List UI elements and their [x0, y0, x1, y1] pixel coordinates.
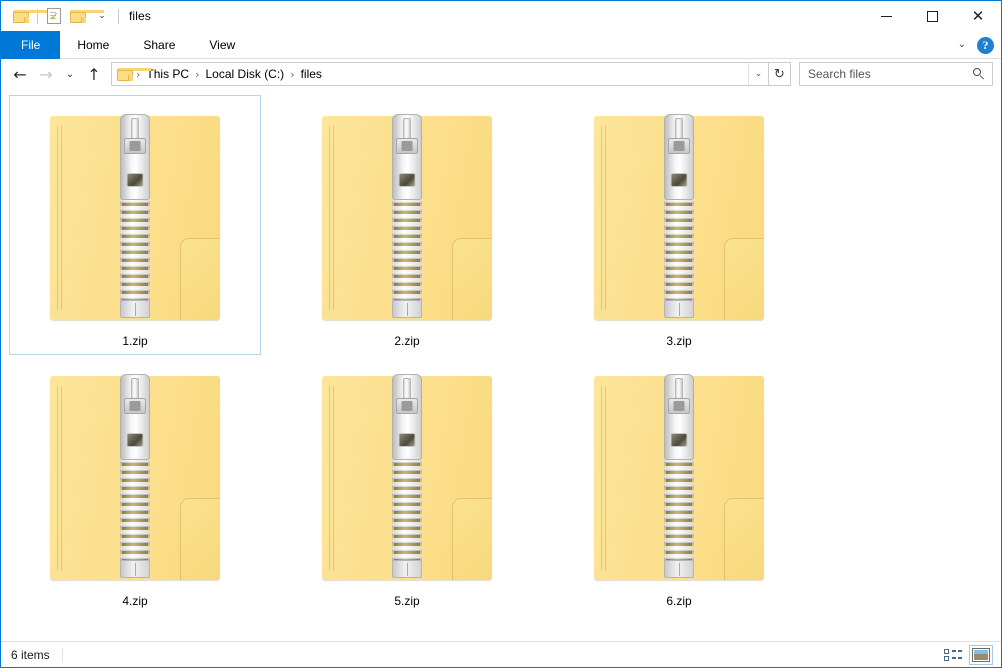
breadcrumb-item-local-disk[interactable]: Local Disk (C:): [201, 67, 290, 81]
ribbon-right-controls: ⌄ ?: [954, 31, 997, 59]
forward-button[interactable]: →: [33, 61, 59, 87]
item-count: 6 items: [11, 647, 50, 662]
properties-icon[interactable]: ✓: [42, 5, 66, 27]
address-bar: ← → ⌄ ↑ › This PC › Local Disk (C:) › fi…: [1, 59, 1001, 89]
maximize-button[interactable]: [909, 1, 955, 31]
zip-folder-icon: [50, 110, 220, 320]
large-icons-view-icon: [972, 648, 990, 662]
toolbar-divider-2: [118, 8, 119, 24]
view-mode-buttons: [941, 642, 993, 668]
minimize-button[interactable]: [863, 1, 909, 31]
details-view-button[interactable]: [941, 645, 965, 665]
zip-folder-icon: [50, 370, 220, 580]
quick-access-toolbar: ✓ ⌄: [9, 5, 123, 27]
details-view-icon: [944, 648, 962, 662]
up-button[interactable]: ↑: [81, 61, 107, 87]
tab-file[interactable]: File: [1, 31, 61, 59]
file-item-4[interactable]: 4.zip: [9, 355, 261, 615]
breadcrumb-item-files[interactable]: files: [296, 67, 327, 81]
file-item-1[interactable]: 1.zip: [9, 95, 261, 355]
file-item-2[interactable]: 2.zip: [281, 95, 533, 355]
properties-glyph: ✓: [47, 8, 61, 24]
file-item-3[interactable]: 3.zip: [553, 95, 805, 355]
file-label: 1.zip: [122, 334, 148, 348]
file-label: 4.zip: [122, 594, 148, 608]
file-item-6[interactable]: 6.zip: [553, 355, 805, 615]
refresh-button[interactable]: ↻: [769, 62, 791, 86]
search-box[interactable]: Search files: [799, 62, 993, 86]
large-icons-view-button[interactable]: [969, 645, 993, 665]
breadcrumb-folder-icon: [117, 67, 151, 81]
search-input[interactable]: Search files: [808, 67, 973, 81]
close-icon: ✕: [971, 6, 985, 25]
file-item-5[interactable]: 5.zip: [281, 355, 533, 615]
file-label: 5.zip: [394, 594, 420, 608]
zip-folder-icon: [594, 370, 764, 580]
tab-view[interactable]: View: [192, 31, 252, 59]
file-label: 2.zip: [394, 334, 420, 348]
expand-ribbon-icon[interactable]: ⌄: [954, 40, 970, 50]
folder-glyph: [13, 9, 47, 23]
status-divider: [61, 647, 63, 662]
ribbon-tab-bar: File Home Share View ⌄ ?: [1, 31, 1001, 59]
window-title: files: [129, 9, 151, 23]
zip-folder-icon: [322, 110, 492, 320]
chevron-down-icon: ⌄: [98, 10, 106, 21]
title-bar: ✓ ⌄ files ✕: [1, 1, 1001, 31]
file-grid: 1.zip 2.zip 3.zip 4.zip 5.zip 6.zip: [9, 95, 1001, 615]
tab-share[interactable]: Share: [126, 31, 192, 59]
zip-folder-icon: [594, 110, 764, 320]
explorer-window: ✓ ⌄ files ✕ File Home Share View ⌄ ? ← →…: [0, 0, 1002, 668]
new-folder-glyph: [70, 9, 104, 23]
zip-folder-icon: [322, 370, 492, 580]
caption-buttons: ✕: [863, 1, 1001, 31]
new-folder-icon[interactable]: [66, 5, 104, 27]
close-button[interactable]: ✕: [955, 1, 1001, 31]
recent-locations-button[interactable]: ⌄: [59, 61, 81, 87]
file-list-area[interactable]: 1.zip 2.zip 3.zip 4.zip 5.zip 6.zip: [1, 89, 1001, 641]
customize-quick-access-button[interactable]: ⌄: [90, 5, 114, 27]
tab-home[interactable]: Home: [60, 31, 126, 59]
back-button[interactable]: ←: [7, 61, 33, 87]
help-icon[interactable]: ?: [977, 36, 994, 54]
file-label: 3.zip: [666, 334, 692, 348]
status-bar: 6 items: [1, 641, 1001, 667]
address-dropdown-icon[interactable]: ⌄: [748, 63, 768, 85]
breadcrumb[interactable]: › This PC › Local Disk (C:) › files ⌄: [111, 62, 769, 86]
maximize-icon: [926, 10, 938, 22]
file-label: 6.zip: [666, 594, 692, 608]
search-icon: [973, 67, 986, 81]
folder-icon[interactable]: [9, 5, 47, 27]
minimize-icon: [880, 15, 892, 17]
